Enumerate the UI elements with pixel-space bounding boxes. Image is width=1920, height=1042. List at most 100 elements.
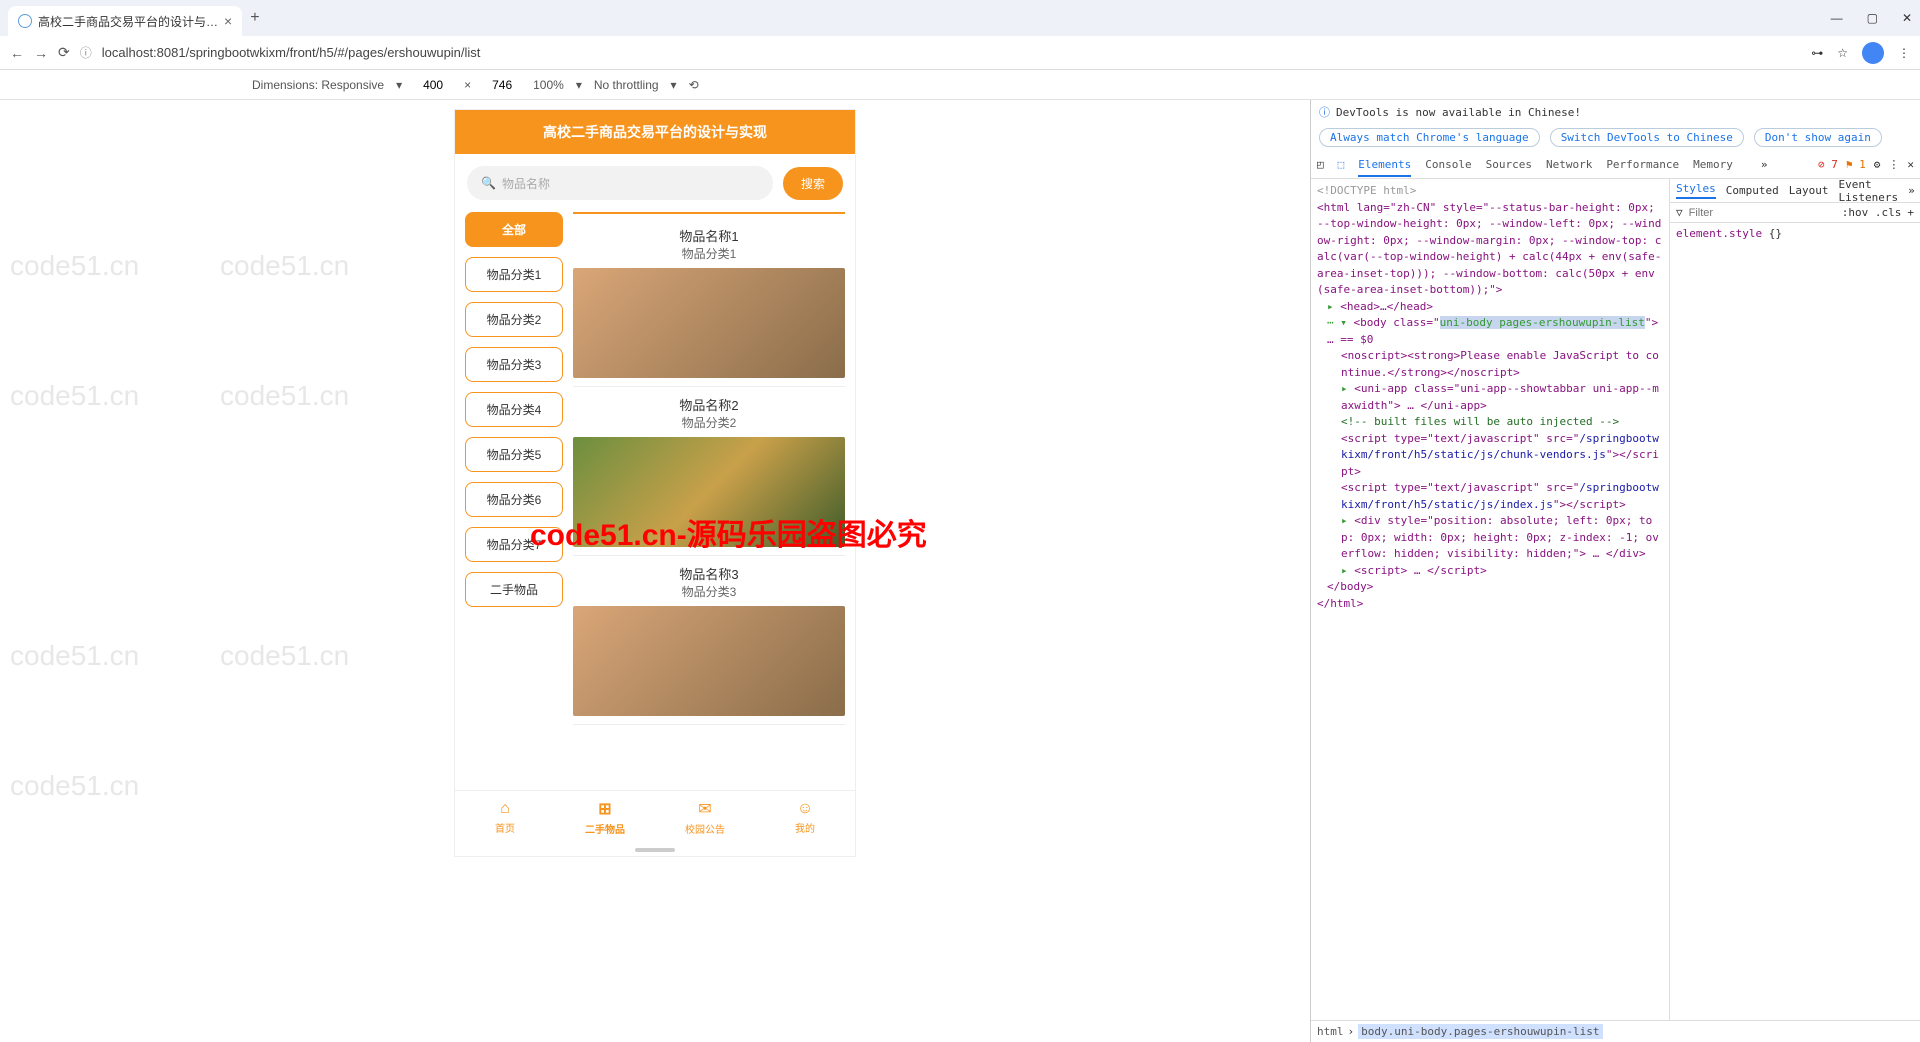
devtools-tab[interactable]: Sources xyxy=(1486,158,1532,171)
add-rule-icon[interactable]: + xyxy=(1907,206,1914,219)
filter-actions[interactable]: :hov .cls xyxy=(1842,206,1902,219)
category-item[interactable]: 物品分类4 xyxy=(465,392,563,427)
styles-subtab[interactable]: Layout xyxy=(1789,184,1829,197)
language-chip[interactable]: Always match Chrome's language xyxy=(1319,128,1540,147)
devtools-tab[interactable]: Network xyxy=(1546,158,1592,171)
new-tab-button[interactable]: + xyxy=(250,9,259,27)
item-name: 物品名称3 xyxy=(573,564,845,583)
settings-icon[interactable]: ⚙ xyxy=(1874,158,1881,171)
tabbar-item[interactable]: ☺我的 xyxy=(755,791,855,844)
tabbar-item[interactable]: ⌂首页 xyxy=(455,791,555,844)
category-item[interactable]: 二手物品 xyxy=(465,572,563,607)
item-list[interactable]: 物品名称1 物品分类1 物品名称2 物品分类2 物品名称3 物品分类3 xyxy=(573,212,845,790)
category-item[interactable]: 物品分类6 xyxy=(465,482,563,517)
tabbar-icon: ✉ xyxy=(698,799,711,819)
category-item[interactable]: 物品分类7 xyxy=(465,527,563,562)
category-item[interactable]: 物品分类3 xyxy=(465,347,563,382)
bottom-tabbar: ⌂首页⊞二手物品✉校园公告☺我的 xyxy=(455,790,855,844)
item-name: 物品名称1 xyxy=(573,226,845,245)
globe-icon xyxy=(18,14,32,28)
tabbar-icon: ⊞ xyxy=(598,799,611,819)
forward-icon[interactable]: → xyxy=(34,45,48,61)
language-chip[interactable]: Switch DevTools to Chinese xyxy=(1550,128,1744,147)
profile-avatar[interactable] xyxy=(1862,42,1884,64)
window-titlebar: 高校二手商品交易平台的设计与… × + — ▢ ✕ xyxy=(0,0,1920,36)
viewport-preview: code51.cn code51.cn code51.cn code51.cn … xyxy=(0,100,1310,1042)
zoom-select[interactable]: 100% xyxy=(533,78,564,92)
inspect-icon[interactable]: ◰ xyxy=(1317,158,1324,171)
tabbar-icon: ⌂ xyxy=(500,800,510,818)
info-icon: ⓘ xyxy=(1319,104,1330,120)
height-input[interactable] xyxy=(483,78,521,92)
watermark: code51.cn xyxy=(10,250,139,282)
minimize-icon[interactable]: — xyxy=(1831,11,1843,25)
device-mode-icon[interactable]: ⬚ xyxy=(1338,158,1345,171)
kebab-menu-icon[interactable]: ⋮ xyxy=(1898,46,1910,60)
site-info-icon[interactable]: ⓘ xyxy=(80,44,92,61)
breadcrumb-path[interactable]: html › body.uni-body.pages-ershouwupin-l… xyxy=(1311,1020,1920,1042)
bookmark-icon[interactable]: ☆ xyxy=(1837,46,1848,60)
resize-handle[interactable] xyxy=(635,848,675,852)
filter-input[interactable] xyxy=(1689,207,1836,219)
item-image xyxy=(573,606,845,716)
item-image xyxy=(573,437,845,547)
styles-panel: Styles Computed Layout Event Listeners » ▽ :… xyxy=(1670,179,1920,1020)
more-tabs-icon[interactable]: » xyxy=(1761,158,1768,171)
category-item[interactable]: 物品分类2 xyxy=(465,302,563,337)
tabbar-icon: ☺ xyxy=(797,800,813,818)
tabbar-item[interactable]: ⊞二手物品 xyxy=(555,791,655,844)
watermark: code51.cn xyxy=(10,770,139,802)
tab-close-icon[interactable]: × xyxy=(224,13,232,29)
rotate-icon[interactable]: ⟲ xyxy=(689,78,699,92)
devtools-tabs: ◰ ⬚ Elements Console Sources Network Perform… xyxy=(1311,151,1920,179)
browser-tab[interactable]: 高校二手商品交易平台的设计与… × xyxy=(8,6,242,36)
app-header: 高校二手商品交易平台的设计与实现 xyxy=(455,110,855,154)
styles-subtab[interactable]: Styles xyxy=(1676,182,1716,199)
error-count[interactable]: ⊘ 7 xyxy=(1818,158,1838,171)
category-item[interactable]: 物品分类5 xyxy=(465,437,563,472)
watermark: code51.cn xyxy=(220,380,349,412)
address-field[interactable]: localhost:8081/springbootwkixm/front/h5/… xyxy=(102,45,1801,60)
kebab-icon[interactable]: ⋮ xyxy=(1888,158,1899,171)
item-card[interactable]: 物品名称1 物品分类1 xyxy=(573,218,845,387)
throttling-select[interactable]: No throttling xyxy=(594,78,659,92)
styles-subtab[interactable]: Computed xyxy=(1726,184,1779,197)
dimensions-label[interactable]: Dimensions: Responsive xyxy=(252,78,384,92)
search-icon: 🔍 xyxy=(481,176,496,190)
item-card[interactable]: 物品名称3 物品分类3 xyxy=(573,556,845,725)
close-window-icon[interactable]: ✕ xyxy=(1902,11,1912,25)
category-sidebar: 全部物品分类1 物品分类2 物品分类3 物品分类4 物品分类5 物品分类6 物品分类7 二手物… xyxy=(465,212,563,790)
devtools-info-text: DevTools is now available in Chinese! xyxy=(1336,106,1581,119)
watermark: code51.cn xyxy=(10,380,139,412)
key-icon[interactable]: ⊶ xyxy=(1811,46,1823,60)
category-item[interactable]: 全部 xyxy=(465,212,563,247)
tabbar-item[interactable]: ✉校园公告 xyxy=(655,791,755,844)
language-chip[interactable]: Don't show again xyxy=(1754,128,1882,147)
item-name: 物品名称2 xyxy=(573,395,845,414)
devtools-tab[interactable]: Console xyxy=(1425,158,1471,171)
category-item[interactable]: 物品分类1 xyxy=(465,257,563,292)
filter-icon: ▽ xyxy=(1676,206,1683,219)
reload-icon[interactable]: ⟳ xyxy=(58,44,70,61)
maximize-icon[interactable]: ▢ xyxy=(1867,11,1878,25)
devtools-tab[interactable]: Performance xyxy=(1606,158,1679,171)
devtools-tab[interactable]: Memory xyxy=(1693,158,1733,171)
search-button[interactable]: 搜索 xyxy=(783,167,843,200)
width-input[interactable] xyxy=(414,78,452,92)
item-category: 物品分类3 xyxy=(573,583,845,600)
device-frame: 高校二手商品交易平台的设计与实现 🔍 物品名称 搜索 全部物品分类1物品分类2物… xyxy=(455,110,855,856)
item-category: 物品分类2 xyxy=(573,414,845,431)
more-icon[interactable]: » xyxy=(1908,184,1915,197)
devtools-tab[interactable]: Elements xyxy=(1358,158,1411,177)
styles-subtab[interactable]: Event Listeners xyxy=(1838,179,1898,204)
devtools-panel: ⓘ DevTools is now available in Chinese! … xyxy=(1310,100,1920,1042)
item-card[interactable]: 物品名称2 物品分类2 xyxy=(573,387,845,556)
item-category: 物品分类1 xyxy=(573,245,845,262)
watermark: code51.cn xyxy=(220,640,349,672)
dom-tree[interactable]: <!DOCTYPE html> <html lang="zh-CN" style… xyxy=(1311,179,1670,1020)
css-rules[interactable]: element.style {}</span><span class="sel"… xyxy=(1670,223,1920,1020)
search-input[interactable]: 🔍 物品名称 xyxy=(467,166,773,200)
warning-count[interactable]: ⚑ 1 xyxy=(1846,158,1866,171)
back-icon[interactable]: ← xyxy=(10,45,24,61)
close-devtools-icon[interactable]: ✕ xyxy=(1907,158,1914,171)
